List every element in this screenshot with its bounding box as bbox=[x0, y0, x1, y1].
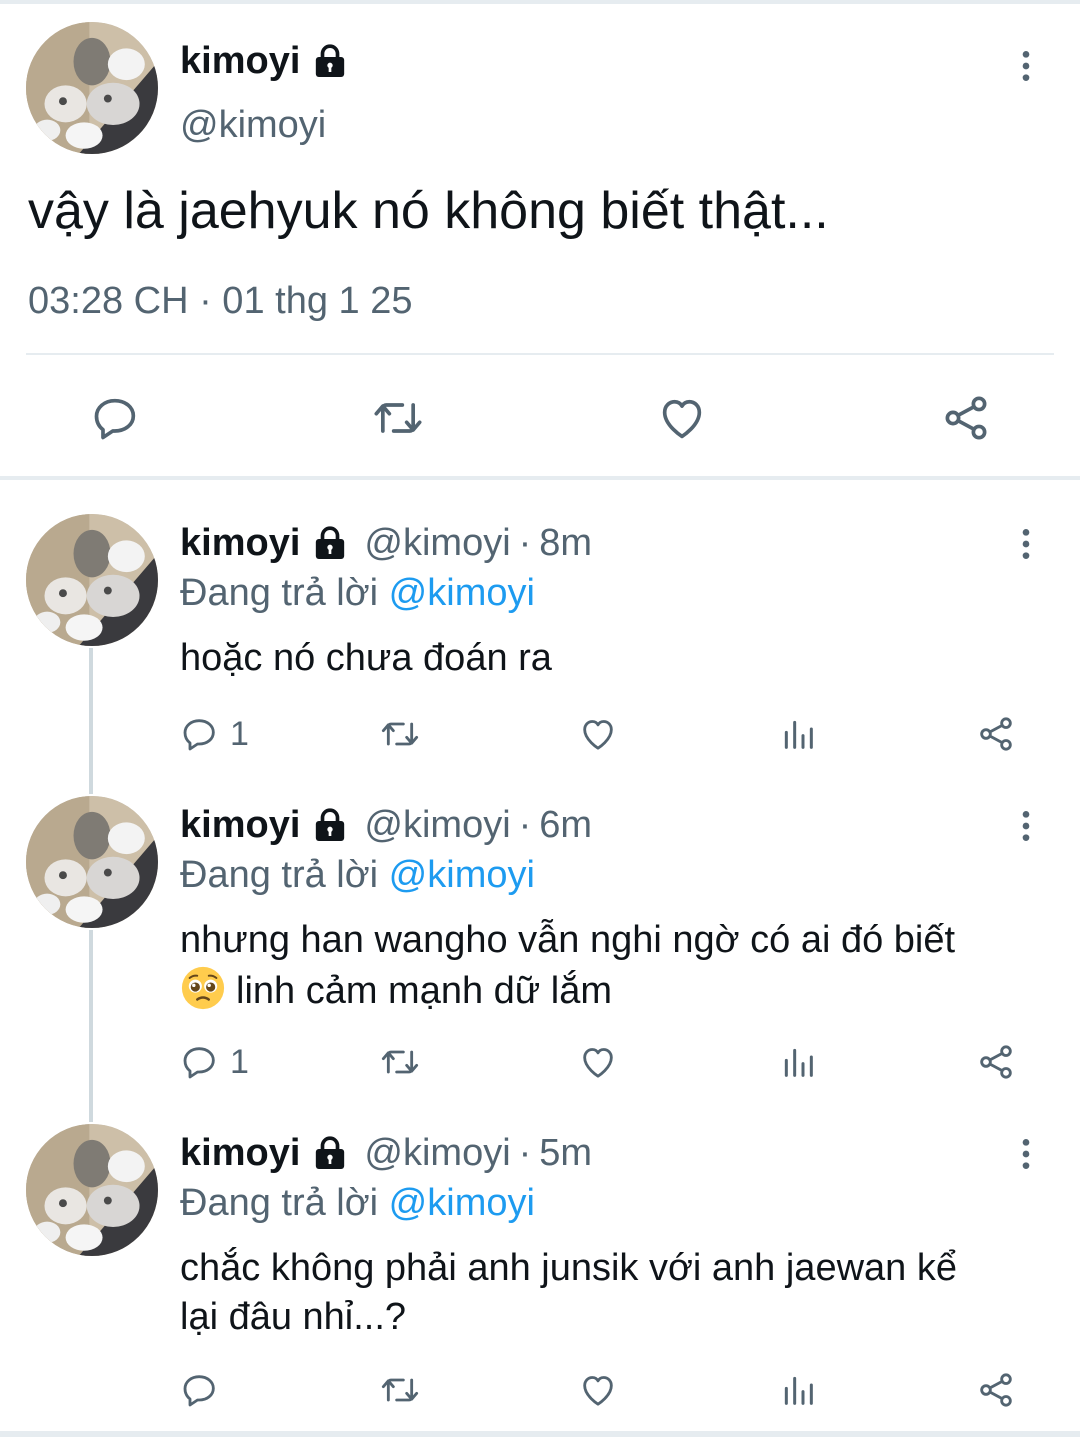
retweet-button[interactable] bbox=[380, 1368, 420, 1412]
views-icon bbox=[778, 1370, 818, 1410]
display-name[interactable]: kimoyi bbox=[180, 522, 300, 565]
time-ago[interactable]: 5m bbox=[539, 1132, 592, 1175]
replying-prefix: Đang trả lời bbox=[180, 1182, 379, 1224]
pleading-face-emoji bbox=[180, 965, 226, 1011]
action-bar bbox=[0, 1368, 1080, 1412]
tweet-text-line: hoặc nó chưa đoán ra bbox=[180, 637, 552, 679]
replying-to: Đang trả lời @kimoyi bbox=[180, 854, 535, 897]
separator-dot: · bbox=[518, 1132, 532, 1174]
author-row: kimoyi bbox=[180, 40, 350, 83]
share-icon[interactable] bbox=[940, 392, 992, 444]
share-icon bbox=[976, 714, 1016, 754]
mention-link[interactable]: @kimoyi bbox=[389, 1182, 535, 1224]
share-button[interactable] bbox=[976, 1040, 1016, 1084]
retweet-icon bbox=[380, 1370, 420, 1410]
display-name[interactable]: kimoyi bbox=[180, 40, 300, 83]
retweet-button[interactable] bbox=[380, 1040, 420, 1084]
time-ago[interactable]: 8m bbox=[539, 522, 592, 565]
tweet-text-line-2-text: linh cảm mạnh dữ lắm bbox=[236, 970, 613, 1012]
tweet-text: hoặc nó chưa đoán ra bbox=[180, 634, 1040, 683]
reply-icon[interactable] bbox=[90, 392, 142, 444]
like-icon bbox=[578, 714, 618, 754]
share-icon bbox=[976, 1042, 1016, 1082]
retweet-icon[interactable] bbox=[372, 392, 424, 444]
retweet-button[interactable] bbox=[380, 712, 420, 756]
reply-button[interactable]: 1 bbox=[180, 1040, 249, 1084]
replying-prefix: Đang trả lời bbox=[180, 854, 379, 896]
tweet-text-line-2: lại đâu nhỉ...? bbox=[180, 1296, 407, 1338]
mention-link[interactable]: @kimoyi bbox=[389, 572, 535, 614]
retweet-icon bbox=[380, 1042, 420, 1082]
reply-button[interactable]: 1 bbox=[180, 712, 249, 756]
action-bar: 1 bbox=[0, 1040, 1080, 1084]
like-button[interactable] bbox=[578, 1368, 618, 1412]
views-button[interactable] bbox=[778, 1368, 818, 1412]
time-ago[interactable]: 6m bbox=[539, 804, 592, 847]
more-options-icon[interactable] bbox=[1006, 1134, 1046, 1174]
display-name[interactable]: kimoyi bbox=[180, 804, 300, 847]
author-row: kimoyi @kimoyi · 8m bbox=[180, 522, 592, 565]
views-icon bbox=[778, 1042, 818, 1082]
tweet-timestamp[interactable]: 03:28 CH · 01 thg 1 25 bbox=[28, 280, 412, 323]
tweet-text: chắc không phải anh junsik với anh jaewa… bbox=[180, 1244, 1040, 1342]
more-options-icon[interactable] bbox=[1006, 806, 1046, 846]
share-icon bbox=[976, 1370, 1016, 1410]
reply-count: 1 bbox=[230, 714, 249, 753]
like-icon[interactable] bbox=[656, 392, 708, 444]
avatar[interactable] bbox=[26, 22, 158, 154]
like-icon bbox=[578, 1042, 618, 1082]
views-icon bbox=[778, 714, 818, 754]
lock-icon bbox=[310, 1134, 350, 1174]
main-tweet: kimoyi @kimoyi vậy là jaehyuk nó không b… bbox=[0, 0, 1080, 478]
more-options-icon[interactable] bbox=[1006, 46, 1046, 86]
display-name[interactable]: kimoyi bbox=[180, 1132, 300, 1175]
reply-tweet: kimoyi @kimoyi · 8m Đang trả lời @kimoyi… bbox=[0, 514, 1080, 774]
replying-to: Đang trả lời @kimoyi bbox=[180, 572, 535, 615]
reply-icon bbox=[180, 1042, 220, 1082]
reply-count: 1 bbox=[230, 1042, 249, 1081]
author-row: kimoyi @kimoyi · 6m bbox=[180, 804, 592, 847]
avatar[interactable] bbox=[26, 1124, 158, 1256]
like-icon bbox=[578, 1370, 618, 1410]
user-handle[interactable]: @kimoyi bbox=[364, 1132, 510, 1175]
reply-button[interactable] bbox=[180, 1368, 220, 1412]
divider bbox=[26, 353, 1054, 355]
tweet-text-line: nhưng han wangho vẫn nghi ngờ có ai đó b… bbox=[180, 919, 956, 961]
reply-icon bbox=[180, 1370, 220, 1410]
replying-prefix: Đang trả lời bbox=[180, 572, 379, 614]
separator-dot: · bbox=[518, 804, 532, 846]
avatar[interactable] bbox=[26, 796, 158, 928]
user-handle[interactable]: @kimoyi bbox=[364, 804, 510, 847]
like-button[interactable] bbox=[578, 712, 618, 756]
views-button[interactable] bbox=[778, 1040, 818, 1084]
views-button[interactable] bbox=[778, 712, 818, 756]
author-row: kimoyi @kimoyi · 5m bbox=[180, 1132, 592, 1175]
retweet-icon bbox=[380, 714, 420, 754]
tweet-text-line-2: linh cảm mạnh dữ lắm bbox=[180, 965, 1040, 1016]
share-button[interactable] bbox=[976, 1368, 1016, 1412]
more-options-icon[interactable] bbox=[1006, 524, 1046, 564]
reply-icon bbox=[180, 714, 220, 754]
reply-tweet: kimoyi @kimoyi · 5m Đang trả lời @kimoyi… bbox=[0, 1124, 1080, 1424]
replying-to: Đang trả lời @kimoyi bbox=[180, 1182, 535, 1225]
section-divider bbox=[0, 476, 1080, 480]
tweet-text-line: chắc không phải anh junsik với anh jaewa… bbox=[180, 1247, 957, 1289]
user-handle[interactable]: @kimoyi bbox=[364, 522, 510, 565]
mention-link[interactable]: @kimoyi bbox=[389, 854, 535, 896]
like-button[interactable] bbox=[578, 1040, 618, 1084]
lock-icon bbox=[310, 42, 350, 82]
tweet-text: vậy là jaehyuk nó không biết thật... bbox=[28, 182, 829, 240]
avatar[interactable] bbox=[26, 514, 158, 646]
lock-icon bbox=[310, 524, 350, 564]
share-button[interactable] bbox=[976, 712, 1016, 756]
tweet-text: nhưng han wangho vẫn nghi ngờ có ai đó b… bbox=[180, 916, 1040, 1016]
user-handle[interactable]: @kimoyi bbox=[180, 104, 326, 147]
bottom-divider bbox=[0, 1431, 1080, 1437]
lock-icon bbox=[310, 806, 350, 846]
reply-tweet: kimoyi @kimoyi · 6m Đang trả lời @kimoyi… bbox=[0, 796, 1080, 1116]
action-bar: 1 bbox=[0, 712, 1080, 756]
separator-dot: · bbox=[518, 522, 532, 564]
